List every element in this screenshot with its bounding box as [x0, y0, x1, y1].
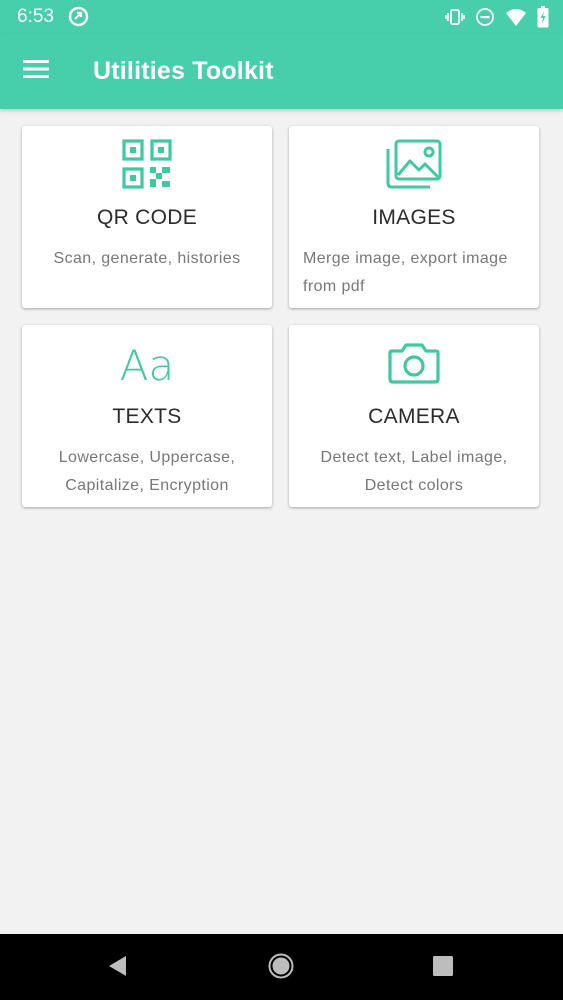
card-title: TEXTS: [112, 405, 182, 428]
card-title: IMAGES: [372, 206, 456, 229]
app-notification-icon: [68, 6, 89, 27]
card-description: Lowercase, Uppercase, Capitalize, Encryp…: [58, 449, 236, 494]
text-format-glyph: Aa: [120, 341, 174, 388]
card-title: CAMERA: [368, 405, 460, 428]
card-description: Merge image, export image from pdf: [303, 250, 508, 295]
home-circle-icon: [268, 953, 294, 984]
image-gallery-icon: [386, 138, 442, 190]
card-camera[interactable]: CAMERA Detect text, Label image, Detect …: [289, 325, 539, 507]
card-qr-code[interactable]: QR CODE Scan, generate, histories: [22, 126, 272, 308]
wifi-icon: [505, 7, 527, 27]
status-time: 6:53: [17, 6, 54, 27]
qr-code-icon: [119, 138, 175, 190]
page-title: Utilities Toolkit: [93, 57, 274, 85]
text-format-icon: Aa: [119, 337, 175, 389]
camera-icon: [386, 337, 442, 389]
back-triangle-icon: [106, 954, 128, 983]
back-button[interactable]: [100, 951, 134, 985]
card-texts[interactable]: Aa TEXTS Lowercase, Uppercase, Capitaliz…: [22, 325, 272, 507]
card-description: Detect text, Label image, Detect colors: [320, 449, 508, 494]
recents-button[interactable]: [426, 951, 460, 985]
do-not-disturb-icon: [475, 7, 495, 27]
status-icons: [445, 6, 549, 28]
status-bar: 6:53: [0, 0, 563, 34]
app-bar: Utilities Toolkit: [0, 34, 563, 109]
recents-square-icon: [432, 955, 454, 982]
vibrate-icon: [445, 7, 465, 27]
menu-button[interactable]: [14, 49, 58, 93]
home-button[interactable]: [264, 951, 298, 985]
battery-icon: [537, 6, 549, 28]
card-title: QR CODE: [96, 206, 198, 229]
card-description: Scan, generate, histories: [53, 250, 241, 267]
hamburger-menu-icon: [23, 59, 49, 84]
card-images[interactable]: IMAGES Merge image, export image from pd…: [289, 126, 539, 308]
system-navigation-bar: [0, 934, 563, 1000]
